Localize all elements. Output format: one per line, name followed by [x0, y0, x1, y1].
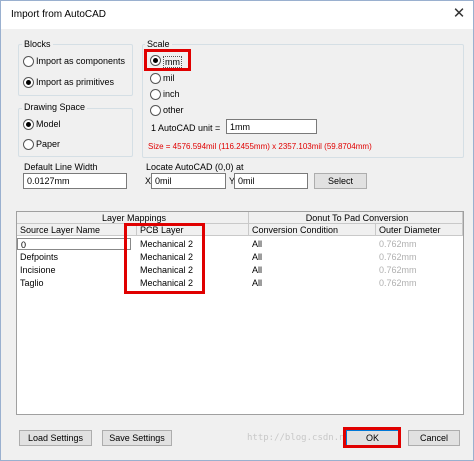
- unit-input[interactable]: 1mm: [226, 119, 317, 134]
- other-radio[interactable]: [150, 105, 161, 116]
- mm-highlight: [144, 49, 191, 71]
- mil-label[interactable]: mil: [163, 73, 175, 83]
- row-3-diameter[interactable]: 0.762mm: [376, 277, 417, 289]
- other-label[interactable]: other: [163, 105, 184, 115]
- unit-label: 1 AutoCAD unit =: [151, 123, 221, 133]
- paper-radio[interactable]: [23, 139, 34, 150]
- import-components-radio[interactable]: [23, 56, 34, 67]
- close-icon[interactable]: ✕: [449, 4, 469, 24]
- window-title: Import from AutoCAD: [11, 9, 107, 20]
- ok-highlight: [343, 427, 401, 448]
- row-1-source[interactable]: Defpoints: [17, 251, 58, 263]
- import-primitives-radio[interactable]: [23, 77, 34, 88]
- blocks-label: Blocks: [22, 39, 53, 49]
- inch-radio[interactable]: [150, 89, 161, 100]
- import-dialog: Import from AutoCAD ✕ Blocks Import as c…: [0, 0, 474, 461]
- load-settings-button[interactable]: Load Settings: [19, 430, 92, 446]
- import-primitives-label[interactable]: Import as primitives: [36, 77, 114, 87]
- layer-mapping-table[interactable]: Layer Mappings Donut To Pad Conversion S…: [16, 211, 464, 415]
- drawing-space-label: Drawing Space: [22, 102, 88, 112]
- row-1-condition[interactable]: All: [249, 251, 262, 263]
- save-settings-button[interactable]: Save Settings: [102, 430, 172, 446]
- row-0-condition[interactable]: All: [249, 238, 262, 250]
- locate-label: Locate AutoCAD (0,0) at: [146, 162, 244, 172]
- paper-label[interactable]: Paper: [36, 139, 60, 149]
- row-2-diameter[interactable]: 0.762mm: [376, 264, 417, 276]
- blocks-group: [18, 44, 133, 96]
- row-2-condition[interactable]: All: [249, 264, 262, 276]
- donut-conversion-header: Donut To Pad Conversion: [249, 212, 463, 224]
- select-button[interactable]: Select: [314, 173, 367, 189]
- row-0-diameter[interactable]: 0.762mm: [376, 238, 417, 250]
- title-bar: Import from AutoCAD ✕: [1, 1, 473, 29]
- cancel-button[interactable]: Cancel: [408, 430, 460, 446]
- pcb-layer-highlight: [124, 223, 205, 294]
- size-text: Size = 4576.594mil (116.2455mm) x 2357.1…: [148, 142, 372, 151]
- x-input[interactable]: 0mil: [151, 173, 226, 189]
- inch-label[interactable]: inch: [163, 89, 180, 99]
- mil-radio[interactable]: [150, 73, 161, 84]
- row-0-source[interactable]: 0: [17, 238, 131, 250]
- y-input[interactable]: 0mil: [234, 173, 308, 189]
- row-1-diameter[interactable]: 0.762mm: [376, 251, 417, 263]
- drawing-space-group: [18, 108, 133, 157]
- import-components-label[interactable]: Import as components: [36, 56, 125, 66]
- row-3-source[interactable]: Taglio: [17, 277, 44, 289]
- row-3-condition[interactable]: All: [249, 277, 262, 289]
- model-label[interactable]: Model: [36, 119, 61, 129]
- col-outer-diameter[interactable]: Outer Diameter: [376, 224, 463, 236]
- col-conversion-condition[interactable]: Conversion Condition: [249, 224, 376, 236]
- line-width-input[interactable]: 0.0127mm: [23, 173, 127, 189]
- scale-label: Scale: [145, 39, 172, 49]
- row-2-source[interactable]: Incisione: [17, 264, 56, 276]
- model-radio[interactable]: [23, 119, 34, 130]
- col-source-layer[interactable]: Source Layer Name: [17, 224, 137, 236]
- line-width-label: Default Line Width: [24, 162, 98, 172]
